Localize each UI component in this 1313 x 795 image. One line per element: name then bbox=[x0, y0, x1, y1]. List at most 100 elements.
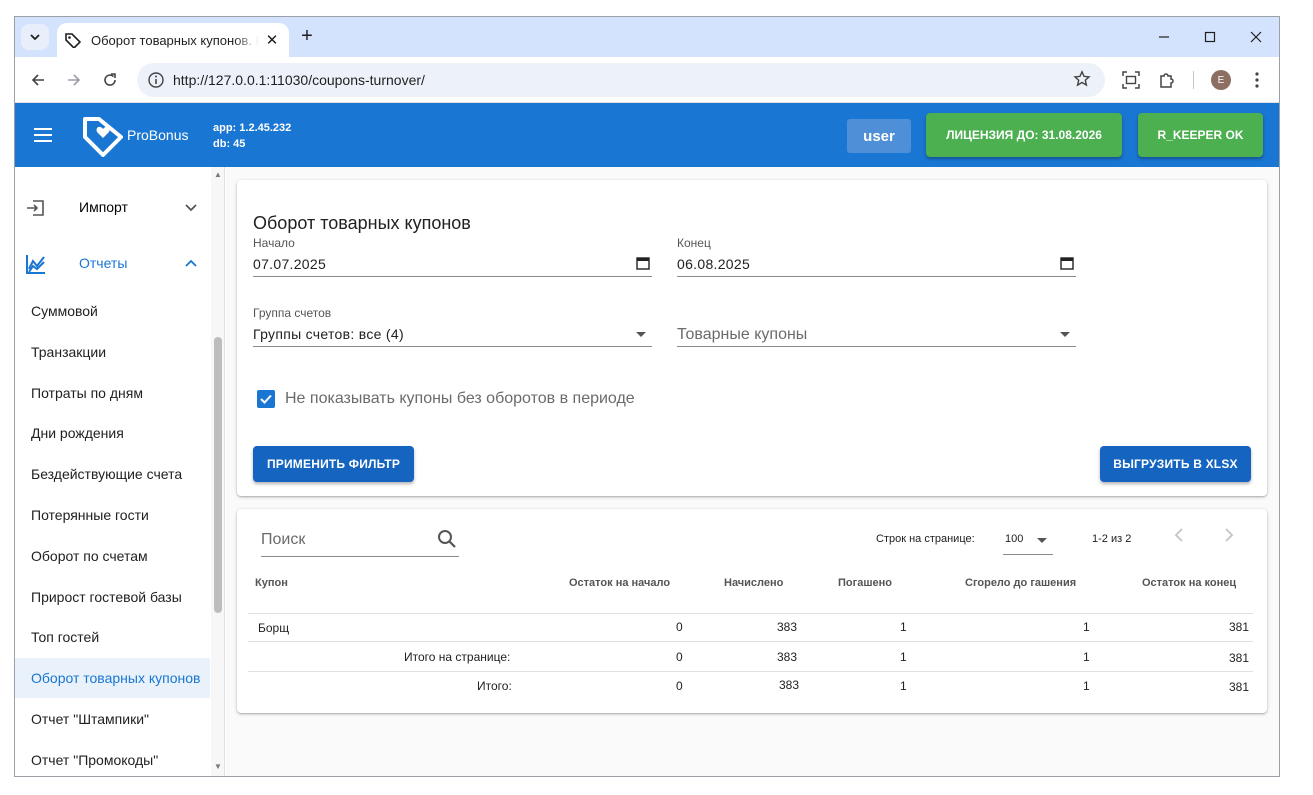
sidebar-item-coupon-turnover[interactable]: Оборот товарных купонов bbox=[15, 658, 210, 698]
bookmark-star-icon[interactable] bbox=[1073, 70, 1091, 88]
reload-icon bbox=[104, 73, 116, 86]
coupons-select[interactable]: Товарные купоны bbox=[677, 306, 1076, 347]
hide-empty-label[interactable]: Не показывать купоны без оборотов в пери… bbox=[285, 390, 635, 408]
tab-title: Оборот товарных купонов. ProBonus bbox=[91, 32, 259, 48]
sidebar-item-account-turnover[interactable]: Оборот по счетам bbox=[15, 536, 210, 576]
profile-avatar[interactable]: E bbox=[1211, 70, 1231, 90]
user-button[interactable]: user bbox=[847, 119, 911, 153]
sidebar-item-top-guests[interactable]: Топ гостей bbox=[15, 617, 210, 657]
column-header-coupon[interactable]: Купон bbox=[255, 577, 288, 589]
search-icon[interactable] bbox=[437, 529, 457, 549]
prev-page-button[interactable] bbox=[1169, 527, 1189, 547]
search-placeholder: Поиск bbox=[261, 531, 306, 548]
license-button[interactable]: ЛИЦЕНЗИЯ ДО: 31.08.2026 bbox=[926, 113, 1122, 157]
cell-accrued: 383 bbox=[777, 620, 798, 634]
address-bar[interactable]: http://127.0.0.1:11030/coupons-turnover/ bbox=[137, 63, 1105, 97]
column-header-accrued[interactable]: Начислено bbox=[724, 577, 783, 589]
apply-filter-button[interactable]: ПРИМЕНИТЬ ФИЛЬТР bbox=[253, 446, 414, 482]
browser-toolbar: http://127.0.0.1:11030/coupons-turnover/… bbox=[15, 57, 1279, 103]
sidebar-scrollbar[interactable]: ▲ ▼ bbox=[211, 167, 224, 776]
scroll-up-icon[interactable]: ▲ bbox=[214, 171, 222, 179]
sidebar-item-sum[interactable]: Суммовой bbox=[15, 291, 210, 331]
page-total-redeemed: 1 bbox=[900, 650, 907, 664]
rows-per-page-value: 100 bbox=[1005, 533, 1024, 545]
app-bar: ProBonus app: 1.2.45.232 db: 45 user ЛИЦ… bbox=[15, 103, 1279, 167]
hide-empty-checkbox[interactable] bbox=[257, 390, 275, 408]
column-header-burned[interactable]: Сгорело до гашения bbox=[965, 577, 1076, 589]
sidebar-item-birthdays[interactable]: Дни рождения bbox=[15, 413, 210, 453]
search-field[interactable]: Поиск bbox=[261, 527, 459, 557]
sidebar-group-label: Отчеты bbox=[79, 255, 128, 271]
page-total-end: 381 bbox=[1229, 651, 1250, 665]
more-vert-icon bbox=[1255, 72, 1259, 88]
sidebar-item-guest-growth[interactable]: Прирост гостевой базы bbox=[15, 577, 210, 617]
import-icon bbox=[27, 200, 44, 216]
extensions-button[interactable] bbox=[1155, 68, 1179, 92]
brand-name: ProBonus bbox=[127, 127, 189, 143]
rows-per-page-select[interactable]: 100 bbox=[1003, 525, 1053, 555]
calendar-icon[interactable] bbox=[636, 256, 650, 270]
forward-button[interactable] bbox=[61, 67, 87, 93]
screenshot-button[interactable] bbox=[1119, 68, 1143, 92]
sidebar-item-transactions[interactable]: Транзакции bbox=[15, 332, 210, 372]
account-group-label: Группа счетов bbox=[253, 306, 332, 320]
sidebar-item-promocodes-report[interactable]: Отчет "Промокоды" bbox=[15, 740, 210, 776]
cell-burned: 1 bbox=[1083, 620, 1090, 634]
checkmark-icon bbox=[260, 394, 272, 404]
tab-search-button[interactable] bbox=[21, 24, 49, 50]
page-total-accrued: 383 bbox=[777, 650, 798, 664]
column-header-redeemed[interactable]: Погашено bbox=[838, 577, 892, 589]
toolbar-divider bbox=[1193, 71, 1194, 89]
rkeeper-status-button[interactable]: R_KEEPER OK bbox=[1138, 113, 1263, 157]
sidebar-group-label: Импорт bbox=[79, 199, 128, 215]
next-page-button[interactable] bbox=[1219, 527, 1239, 547]
maximize-icon bbox=[1204, 31, 1216, 43]
grand-total-end: 381 bbox=[1229, 680, 1250, 694]
rows-per-page-label: Строк на странице: bbox=[876, 533, 975, 545]
browser-menu-button[interactable] bbox=[1245, 68, 1269, 92]
export-xlsx-button[interactable]: ВЫГРУЗИТЬ В XLSX bbox=[1100, 446, 1251, 482]
maximize-button[interactable] bbox=[1187, 17, 1233, 57]
grand-total-start: 0 bbox=[676, 679, 683, 693]
grand-total-burned: 1 bbox=[1083, 679, 1090, 693]
end-date-value: 06.08.2025 bbox=[677, 256, 751, 272]
sidebar-item-inactive-accounts[interactable]: Бездействующие счета bbox=[15, 454, 210, 494]
start-date-field[interactable]: Начало 07.07.2025 bbox=[253, 236, 652, 277]
sidebar-group-reports[interactable]: Отчеты bbox=[15, 243, 210, 283]
new-tab-button[interactable]: + bbox=[297, 26, 317, 47]
menu-icon[interactable] bbox=[33, 125, 53, 145]
end-date-field[interactable]: Конец 06.08.2025 bbox=[677, 236, 1076, 277]
minimize-icon bbox=[1159, 36, 1169, 38]
sidebar-item-lost-guests[interactable]: Потерянные гости bbox=[15, 495, 210, 535]
account-group-select[interactable]: Группа счетов Группы счетов: все (4) bbox=[253, 306, 652, 347]
sidebar-group-import[interactable]: Импорт bbox=[15, 187, 210, 227]
tag-favicon-icon bbox=[65, 33, 81, 48]
arrow-right-icon bbox=[68, 74, 81, 86]
browser-tab[interactable]: Оборот товарных купонов. ProBonus ✕ bbox=[57, 23, 289, 57]
cell-coupon: Борщ bbox=[258, 621, 290, 635]
sidebar-item-stamps-report[interactable]: Отчет "Штампики" bbox=[15, 699, 210, 739]
db-version: db: 45 bbox=[213, 138, 246, 150]
cell-redeemed: 1 bbox=[900, 620, 907, 634]
row-divider bbox=[248, 641, 1253, 642]
header-divider bbox=[248, 613, 1253, 614]
scroll-down-icon[interactable]: ▼ bbox=[214, 763, 222, 771]
minimize-button[interactable] bbox=[1141, 17, 1187, 57]
column-header-start-balance[interactable]: Остаток на начало bbox=[569, 577, 670, 589]
account-group-value: Группы счетов: все (4) bbox=[253, 326, 404, 342]
site-info-icon[interactable] bbox=[147, 71, 165, 89]
close-tab-icon[interactable]: ✕ bbox=[263, 31, 281, 49]
close-window-button[interactable] bbox=[1233, 17, 1279, 57]
grand-total-redeemed: 1 bbox=[900, 679, 907, 693]
puzzle-icon bbox=[1160, 73, 1174, 88]
chart-line-icon bbox=[26, 255, 45, 274]
reload-button[interactable] bbox=[97, 67, 123, 93]
chevron-up-icon bbox=[185, 259, 197, 267]
sidebar-item-spend-by-day[interactable]: Потраты по дням bbox=[15, 373, 210, 413]
column-header-end-balance[interactable]: Остаток на конец bbox=[1142, 577, 1236, 589]
back-button[interactable] bbox=[25, 67, 51, 93]
table-card: Поиск Строк на странице: 100 1-2 из 2 Ку… bbox=[237, 509, 1267, 713]
calendar-icon[interactable] bbox=[1060, 256, 1074, 270]
scrollbar-thumb[interactable] bbox=[214, 337, 222, 613]
row-divider bbox=[248, 671, 1253, 672]
